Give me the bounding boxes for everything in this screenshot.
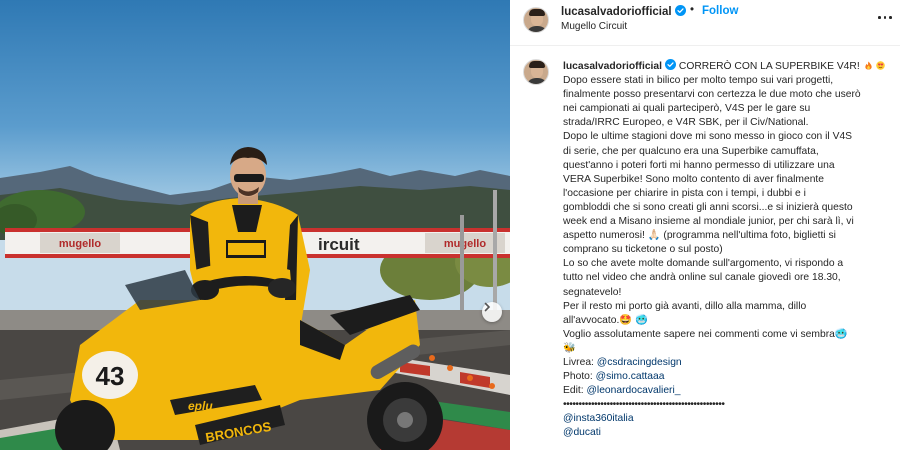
carousel-next-button[interactable] bbox=[482, 302, 502, 322]
heart-eyes-emoji-icon bbox=[876, 61, 886, 70]
caption-line: VERA Superbike! Sono molto contento di a… bbox=[563, 173, 825, 185]
more-options-icon[interactable] bbox=[877, 10, 893, 24]
caption-scroll-area[interactable]: lucasalvadoriofficial CORRERÒ CON LA SUP… bbox=[510, 47, 900, 450]
caption-line: quest'anno i poteri forti mi hanno perme… bbox=[563, 159, 835, 171]
location-link[interactable]: Mugello Circuit bbox=[561, 21, 627, 32]
caption-line: comprano su ticketone o sul posto) bbox=[563, 244, 723, 256]
caption-photo: Photo: @simo.cattaaa bbox=[563, 370, 893, 384]
caption-username[interactable]: lucasalvadoriofficial bbox=[563, 61, 662, 72]
bike-number: 43 bbox=[96, 361, 125, 391]
caption-line: strada/IRRC Europeo, e V4R SBK, per il C… bbox=[563, 117, 809, 129]
caption-line: Per il resto mi porto già avanti, dillo … bbox=[563, 300, 807, 312]
caption-line: Lo so che avete molte domande sull'argom… bbox=[563, 258, 844, 270]
caption-edit: Edit: @leonardocavalieri_ bbox=[563, 384, 893, 398]
livrea-mention-link[interactable]: @csdracingdesign bbox=[597, 357, 682, 368]
racer-photo-illustration: mugello mugello ircuit 43 eplu BRONCOS bbox=[0, 147, 510, 450]
caption-line: tutto nel video che andrà online sul can… bbox=[563, 272, 841, 284]
caption-line: Dopo essere stati in bilico per molto te… bbox=[563, 75, 834, 87]
caption-line: Dopo le ultime stagioni dove mi sono mes… bbox=[563, 131, 853, 143]
post-photo: mugello mugello ircuit 43 eplu BRONCOS bbox=[0, 0, 510, 450]
caption-line: segnatevelo! bbox=[563, 286, 622, 298]
verified-badge-icon bbox=[665, 59, 677, 70]
livrea-label: Livrea: bbox=[563, 356, 597, 368]
caption-line: finalmente posso presentarvi con certezz… bbox=[563, 89, 861, 101]
follow-button[interactable]: Follow bbox=[702, 5, 738, 17]
caption-line: nei campionati ai quali parteciperò, V4S… bbox=[563, 103, 811, 115]
edit-mention-link[interactable]: @leonardocavalieri_ bbox=[586, 385, 680, 396]
separator-dot: • bbox=[690, 4, 695, 16]
chevron-right-icon bbox=[484, 302, 491, 312]
caption-text: lucasalvadoriofficial CORRERÒ CON LA SUP… bbox=[563, 59, 893, 441]
banner-circuit-text: ircuit bbox=[318, 235, 360, 254]
caption-line: week end a Misano insieme al mondiale ju… bbox=[563, 216, 854, 228]
mention-insta360italia[interactable]: @insta360italia bbox=[563, 413, 634, 424]
caption-line: gombloddi che si sono creati gli anni sc… bbox=[563, 201, 853, 213]
caption-line: di serie, che per qualcuno era una Super… bbox=[563, 145, 819, 157]
caption-line: Voglio assolutamente sapere nei commenti… bbox=[563, 328, 848, 340]
photo-mention-link[interactable]: @simo.cattaaa bbox=[596, 371, 665, 382]
caption-line: aspetto numerosi! 🙏🏻 (programma nell'ult… bbox=[563, 230, 836, 242]
username-text[interactable]: lucasalvadoriofficial bbox=[561, 6, 672, 18]
banner-brand-left: mugello bbox=[59, 238, 101, 250]
edit-label: Edit: bbox=[563, 385, 587, 397]
bike-sponsor-1: eplu bbox=[188, 399, 213, 413]
post-header: lucasalvadoriofficial • Follow Mugello C… bbox=[510, 0, 900, 46]
header-username[interactable]: lucasalvadoriofficial bbox=[561, 5, 686, 18]
verified-badge-icon bbox=[674, 5, 686, 16]
caption-line: 🐝 bbox=[563, 342, 576, 354]
caption-avatar[interactable] bbox=[523, 59, 549, 85]
caption-separator-dots: ••••••••••••••••••••••••••••••••••••••••… bbox=[563, 399, 725, 411]
caption-line: all'avvocato.🤩 🥶 bbox=[563, 314, 648, 326]
avatar[interactable] bbox=[523, 7, 549, 33]
banner-brand-right: mugello bbox=[444, 238, 486, 250]
photo-label: Photo: bbox=[563, 371, 596, 383]
mention-ducati[interactable]: @ducati bbox=[563, 427, 601, 438]
caption-headline: CORRERÒ CON LA SUPERBIKE V4R! bbox=[678, 61, 860, 72]
caption-line-0: lucasalvadoriofficial CORRERÒ CON LA SUP… bbox=[563, 59, 893, 74]
fire-emoji-icon bbox=[864, 61, 872, 70]
caption-line: l'occasione per chiarire in pista con i … bbox=[563, 187, 806, 199]
caption-livrea: Livrea: @csdracingdesign bbox=[563, 356, 893, 370]
post-details-panel: lucasalvadoriofficial • Follow Mugello C… bbox=[510, 0, 900, 450]
